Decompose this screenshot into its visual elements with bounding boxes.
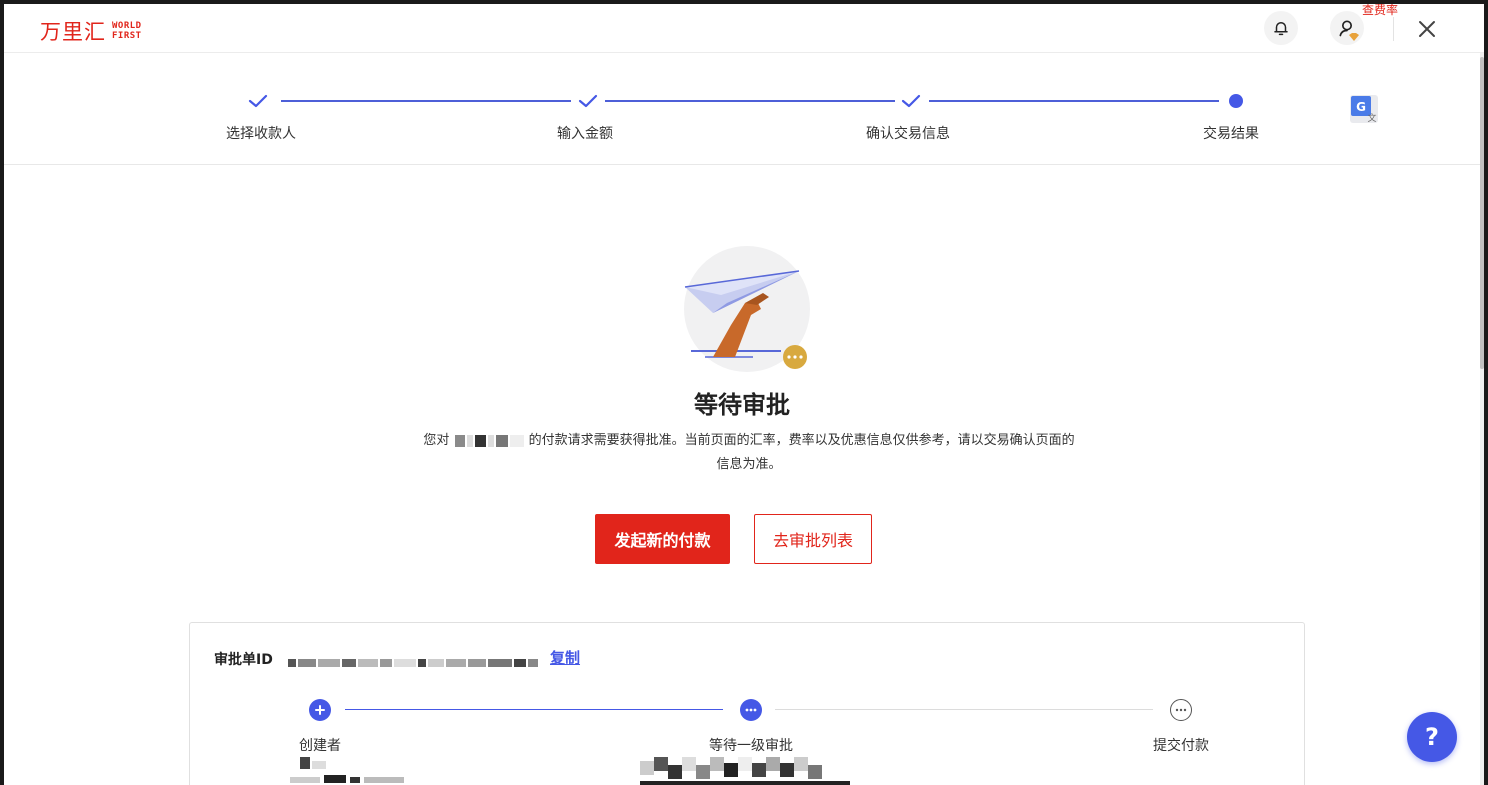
app-window: 万里汇 WORLD FIRST 查费率 选择收款人 输入金额 确认交易信息 交易…: [4, 4, 1484, 785]
progress-stepper: 选择收款人 输入金额 确认交易信息 交易结果 G 文: [4, 53, 1480, 165]
brand-name-en: WORLD FIRST: [112, 21, 142, 41]
masked-payee-name: [454, 433, 529, 448]
vip-badge-icon: [1349, 33, 1359, 41]
desc-suffix: 的付款请求需要获得批准。当前页面的汇率，费率以及优惠信息仅供参考，请以交易确认页…: [528, 433, 1075, 472]
flow-label-level1: 等待一级审批: [709, 738, 793, 754]
approval-id-label: 审批单ID: [214, 652, 273, 668]
translate-button[interactable]: G 文: [1348, 93, 1380, 125]
check-icon: [578, 91, 598, 111]
pending-dots-icon: [1170, 699, 1192, 721]
help-button[interactable]: ?: [1407, 712, 1457, 762]
google-translate-icon: G 文: [1350, 95, 1378, 124]
paper-plane-illustration: [683, 245, 811, 373]
step-label-enter-amount: 输入金额: [557, 126, 613, 142]
masked-approver-info: [640, 757, 850, 785]
current-step-dot: [1226, 91, 1246, 111]
approval-card: 审批单ID 复制 创建者 等待一级审批 提交付款: [189, 622, 1305, 785]
copy-link[interactable]: 复制: [550, 647, 580, 668]
scrollbar[interactable]: [1480, 53, 1484, 785]
more-dots-icon: [740, 699, 762, 721]
plus-icon: [309, 699, 331, 721]
step-connector: [281, 100, 571, 102]
notification-button[interactable]: [1264, 11, 1298, 45]
approval-list-button[interactable]: 去审批列表: [754, 514, 872, 564]
close-icon: [1419, 21, 1435, 37]
masked-creator-info: [290, 757, 420, 785]
close-button[interactable]: [1414, 16, 1440, 42]
brand-name-cn: 万里汇: [40, 20, 106, 44]
flow-connector-done: [345, 709, 723, 710]
step-connector: [605, 100, 895, 102]
brand-logo[interactable]: 万里汇 WORLD FIRST: [40, 16, 142, 46]
check-icon: [901, 91, 921, 111]
status-description: 您对 的付款请求需要获得批准。当前页面的汇率，费率以及优惠信息仅供参考，请以交易…: [422, 429, 1076, 477]
step-label-select-payee: 选择收款人: [226, 126, 296, 142]
new-payment-button[interactable]: 发起新的付款: [595, 514, 730, 564]
status-title: 等待审批: [694, 391, 790, 419]
step-label-confirm: 确认交易信息: [866, 126, 950, 142]
desc-prefix: 您对: [423, 433, 450, 448]
flow-label-submit: 提交付款: [1153, 738, 1209, 754]
svg-text:G: G: [1356, 100, 1366, 114]
svg-text:文: 文: [1367, 112, 1376, 124]
bell-icon: [1274, 22, 1288, 36]
top-bar: 万里汇 WORLD FIRST 查费率: [4, 4, 1484, 53]
header-divider: [1393, 17, 1394, 41]
step-label-result: 交易结果: [1203, 126, 1259, 142]
flow-connector-pending: [775, 709, 1153, 710]
account-button[interactable]: [1330, 11, 1364, 45]
step-connector: [929, 100, 1219, 102]
check-icon: [248, 91, 268, 111]
flow-label-creator: 创建者: [299, 738, 341, 754]
masked-approval-id: [288, 653, 542, 667]
scrollbar-thumb[interactable]: [1480, 57, 1484, 369]
rate-badge[interactable]: 查费率: [1362, 4, 1398, 17]
